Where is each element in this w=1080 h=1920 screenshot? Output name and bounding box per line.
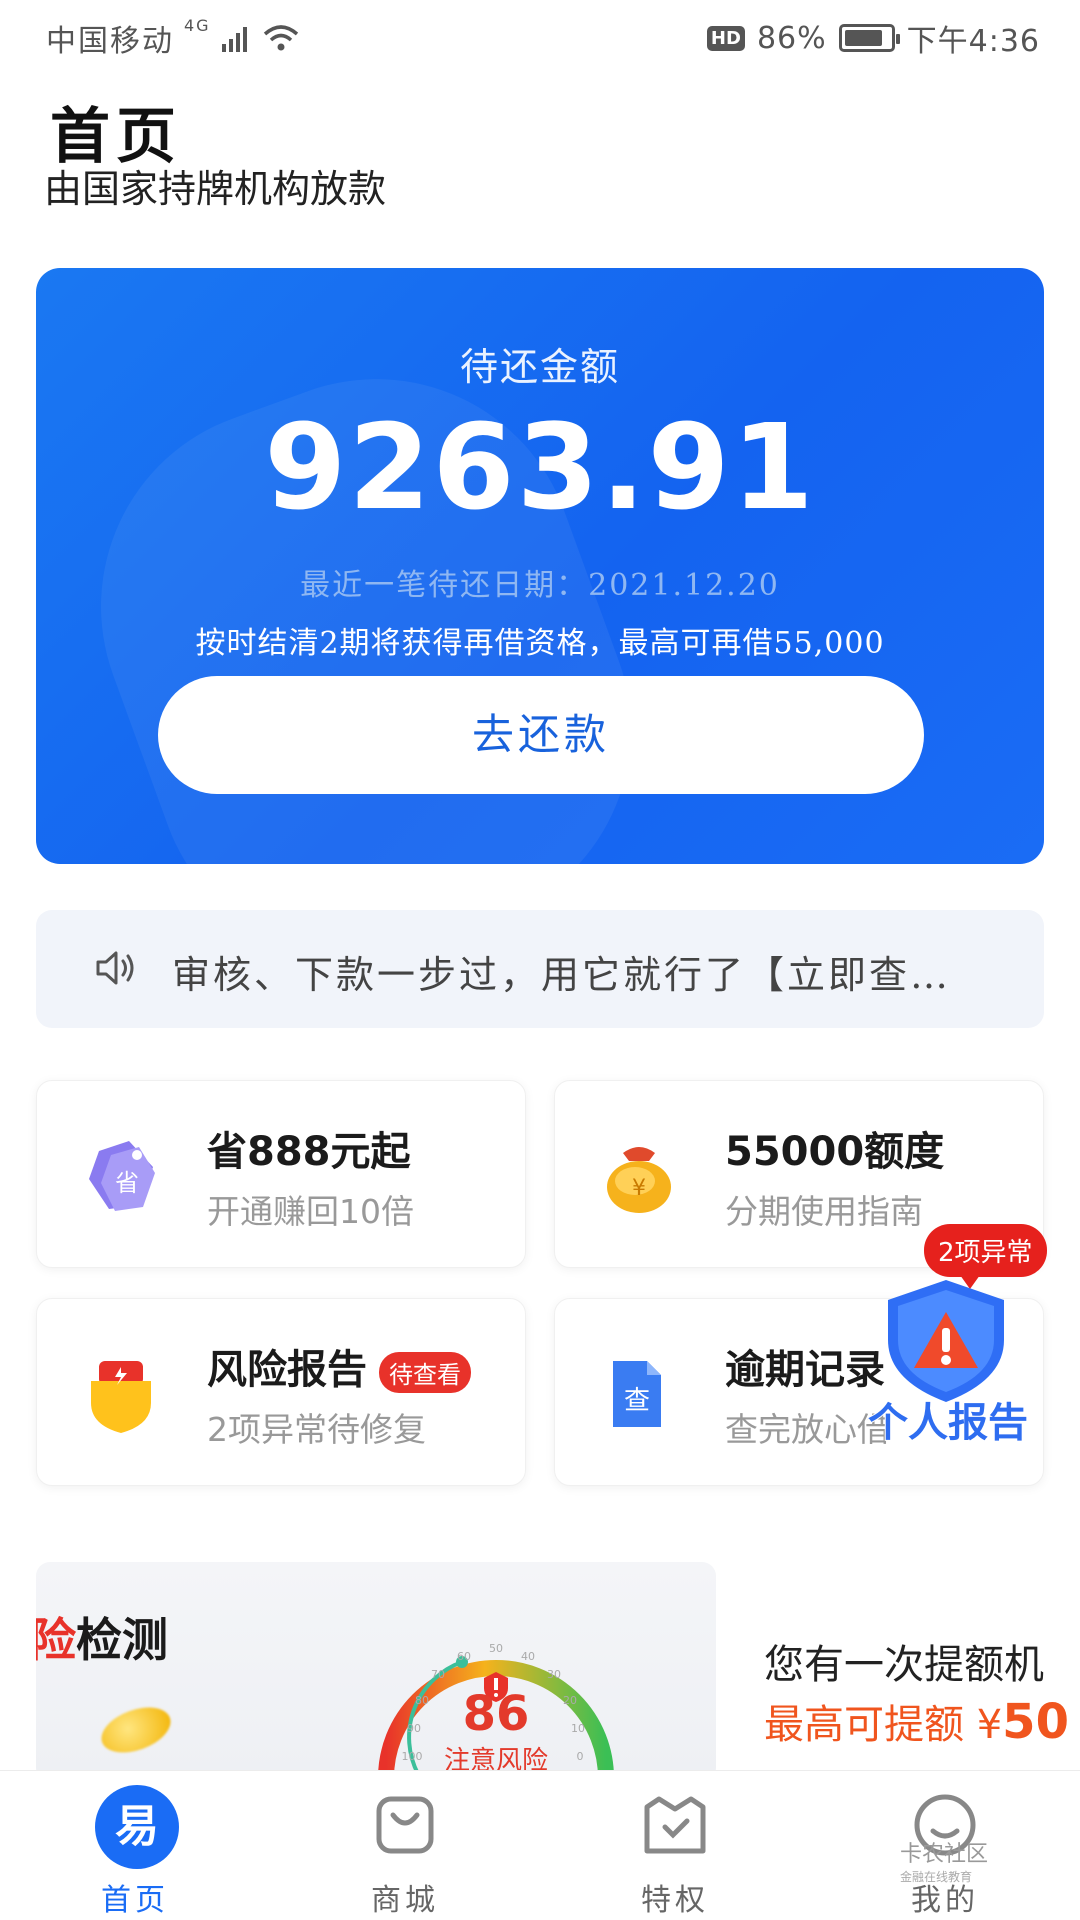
- hd-badge: HD: [706, 25, 745, 51]
- gauge-tick: 50: [489, 1642, 503, 1655]
- warning-shield-icon: [888, 1280, 1004, 1402]
- risk-shield-icon: [91, 1361, 151, 1433]
- announcement-bar[interactable]: 审核、下款一步过，用它就行了【立即查…: [36, 910, 1044, 1028]
- tab-privilege[interactable]: 特权: [540, 1771, 810, 1920]
- announcement-text: 审核、下款一步过，用它就行了【立即查…: [172, 953, 952, 997]
- coin-icon: [95, 1698, 177, 1762]
- home-icon-glyph: 易: [95, 1785, 179, 1869]
- risk-check-title-highlight: 险: [36, 1613, 76, 1667]
- document-check-glyph: 查: [624, 1386, 650, 1416]
- status-left: 中国移动 4G: [46, 16, 299, 60]
- risk-check-title: 险检测: [36, 1604, 168, 1670]
- shopping-bag-icon: [376, 1796, 434, 1854]
- feature-title: 逾期记录: [725, 1347, 885, 1393]
- document-check-icon: 查: [613, 1361, 661, 1427]
- risk-check-banner[interactable]: 险检测 50 40 30 20 10 0 60 70 80 90 100 86 …: [36, 1562, 716, 1782]
- page-subtitle: 由国家持牌机构放款: [44, 167, 387, 211]
- pending-amount-label: 待还金额: [459, 345, 620, 389]
- battery-fill: [844, 30, 883, 46]
- tab-label: 商城: [371, 1883, 439, 1918]
- tab-label: 特权: [641, 1883, 709, 1918]
- status-right: HD 86% 下午4:36: [706, 16, 1040, 60]
- network-type: 4G: [184, 16, 211, 35]
- watermark-sub: 金融在线教育: [900, 1870, 973, 1884]
- repay-card: 待还金额 9263.91 最近一笔待还日期：2021.12.20 按时结清2期将…: [36, 268, 1044, 864]
- home-icon: 易: [95, 1785, 179, 1869]
- watermark-logo: 卡农社区金融在线教育: [900, 1836, 988, 1885]
- feature-subtitle: 2项异常待修复: [207, 1410, 426, 1449]
- limit-raise-prefix: 最高可提额 ¥: [764, 1702, 1003, 1748]
- risk-score: 86: [462, 1686, 530, 1742]
- limit-raise-value: 50: [1002, 1694, 1069, 1750]
- anomaly-bubble: 2项异常: [924, 1224, 1047, 1289]
- status-bar: 中国移动 4G HD 86% 下午4:36: [0, 0, 1080, 76]
- gauge-tick: 30: [547, 1668, 561, 1681]
- watermark-main: 卡农社区: [900, 1842, 989, 1867]
- carrier-label: 中国移动: [46, 24, 174, 59]
- feature-title-text: 风险报告: [207, 1347, 367, 1393]
- money-bag-glyph: ¥: [632, 1176, 646, 1201]
- clock: 下午4:36: [906, 24, 1040, 59]
- discount-tag-glyph: 省: [115, 1169, 139, 1197]
- feature-title: 风险报告 待查看: [207, 1337, 471, 1395]
- gauge-tick: 60: [457, 1650, 471, 1663]
- battery-icon: [838, 24, 900, 52]
- reborrow-notice: 按时结清2期将获得再借资格，最高可再借55,000: [195, 626, 885, 661]
- signal-icon: [221, 27, 247, 52]
- gauge-tick: 40: [521, 1650, 535, 1663]
- tab-mall[interactable]: 商城: [270, 1771, 540, 1920]
- pending-badge: 待查看: [379, 1351, 471, 1393]
- feature-subtitle: 开通赚回10倍: [207, 1192, 414, 1231]
- privilege-bag-icon: [644, 1796, 706, 1854]
- feature-card-savings[interactable]: 省 省888元起 开通赚回10倍: [36, 1080, 526, 1268]
- feature-title: 省888元起: [207, 1129, 411, 1175]
- personal-report-float[interactable]: 2项异常 个人报告: [866, 1224, 1066, 1447]
- personal-report-label: 个人报告: [867, 1399, 1029, 1447]
- discount-tag-icon: 省: [89, 1141, 155, 1211]
- limit-raise-title[interactable]: 您有一次提额机: [764, 1632, 1044, 1690]
- tab-label: 首页: [101, 1883, 169, 1918]
- risk-check-title-text: 检测: [76, 1613, 168, 1667]
- limit-raise-amount[interactable]: 最高可提额 ¥50: [764, 1692, 1069, 1750]
- money-bag-icon: ¥: [607, 1147, 671, 1213]
- tab-home[interactable]: 易 首页: [0, 1771, 270, 1920]
- due-date: 最近一笔待还日期：2021.12.20: [300, 568, 780, 603]
- feature-title: 55000额度: [725, 1129, 945, 1175]
- pending-amount-value: 9263.91: [264, 398, 816, 536]
- feature-card-risk-report[interactable]: 风险报告 待查看 2项异常待修复: [36, 1298, 526, 1486]
- speaker-icon: [96, 951, 134, 985]
- gauge-tick: 70: [431, 1668, 445, 1681]
- battery-percent: 86%: [756, 20, 827, 56]
- repay-button[interactable]: 去还款: [158, 676, 924, 794]
- wifi-icon: [263, 25, 298, 51]
